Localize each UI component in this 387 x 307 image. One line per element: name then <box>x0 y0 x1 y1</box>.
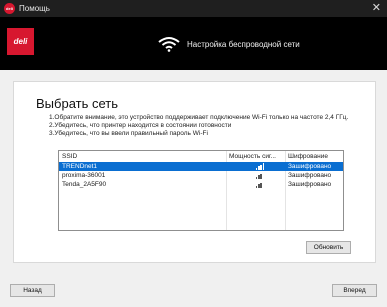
refresh-button[interactable]: Обновить <box>306 241 351 254</box>
signal-bar <box>258 166 260 170</box>
page-title: Выбрать сеть <box>36 96 118 111</box>
signal-strength-icon <box>256 172 266 179</box>
encryption-cell: Зашифровано <box>288 163 332 170</box>
signal-bar <box>260 164 262 170</box>
note-3: 3.Убедитесь, что вы ввели правильный пар… <box>49 130 208 137</box>
app-logo-icon: deli <box>4 3 15 14</box>
table-row[interactable]: TRENDnet1 Зашифровано <box>59 162 343 171</box>
encryption-cell: Зашифровано <box>288 181 332 188</box>
signal-bar <box>256 186 258 188</box>
note-1: 1.Обратите внимание, это устройство подд… <box>49 114 349 121</box>
column-header-ssid[interactable]: SSID <box>62 153 77 160</box>
column-header-signal[interactable]: Мощность сиг... <box>229 153 276 160</box>
encryption-cell: Зашифровано <box>288 172 332 179</box>
next-button[interactable]: Вперед <box>332 284 377 297</box>
ssid-cell: TRENDnet1 <box>62 163 98 170</box>
table-row[interactable]: proxima-36001 Зашифровано <box>59 171 343 180</box>
back-button[interactable]: Назад <box>10 284 55 297</box>
signal-bar <box>256 168 258 170</box>
instructions: 1.Обратите внимание, это устройство подд… <box>49 114 349 138</box>
signal-strength-icon <box>256 181 266 188</box>
header-title: Настройка беспроводной сети <box>187 40 300 49</box>
header-banner: deli Настройка беспроводной сети <box>0 17 387 70</box>
signal-bar <box>258 175 260 179</box>
brand-logo: deli <box>7 28 34 55</box>
table-row[interactable]: Tenda_2A5F90 Зашифровано <box>59 180 343 189</box>
signal-bar <box>262 163 264 170</box>
signal-bar <box>256 177 258 179</box>
signal-strength-icon <box>256 163 266 170</box>
ssid-cell: Tenda_2A5F90 <box>62 181 107 188</box>
window-title: Помощь <box>19 4 50 13</box>
network-table: SSID Мощность сиг... Шифрование TRENDnet… <box>58 150 344 231</box>
column-header-encryption[interactable]: Шифрование <box>288 153 328 160</box>
app-logo-text: deli <box>6 6 13 11</box>
signal-bar <box>260 173 262 179</box>
close-button[interactable]: ✕ <box>372 2 381 14</box>
note-2: 2.Убедитесь, что принтер находится в сос… <box>49 122 232 129</box>
title-bar: deli Помощь ✕ <box>0 0 387 17</box>
wifi-icon <box>158 37 180 52</box>
signal-bar <box>260 182 262 188</box>
ssid-cell: proxima-36001 <box>62 172 106 179</box>
signal-bar <box>258 184 260 188</box>
